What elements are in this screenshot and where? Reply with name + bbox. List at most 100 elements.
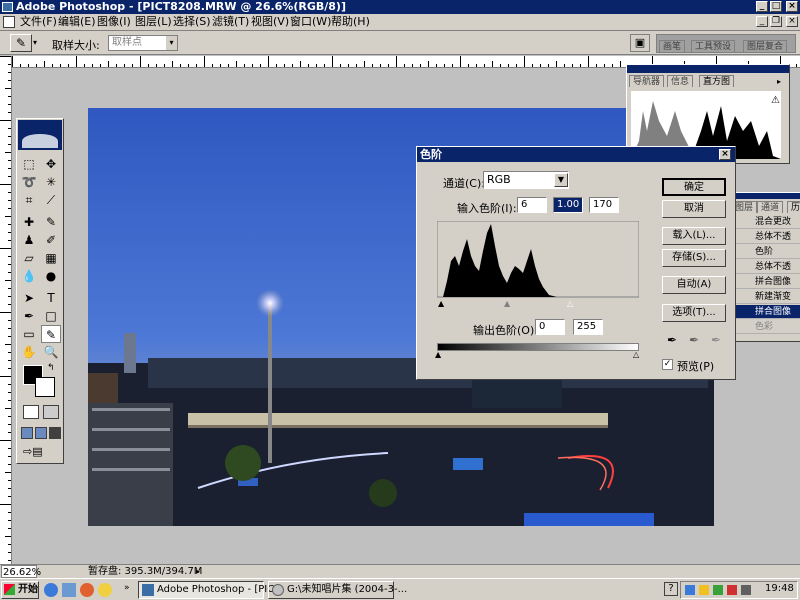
path-selection-tool-icon[interactable]: ➤	[19, 289, 39, 307]
palette-well-icon[interactable]: ▣	[630, 34, 650, 52]
load-button[interactable]: 载入(L)...	[662, 227, 726, 245]
pen-tool-icon[interactable]: ✒	[19, 307, 39, 325]
ie-quicklaunch-icon[interactable]	[44, 583, 58, 597]
security-tray-icon[interactable]	[727, 585, 737, 595]
slice-tool-icon[interactable]: ⟋	[41, 191, 61, 209]
swap-colors-icon[interactable]: ↰	[47, 363, 55, 373]
desktop-quicklaunch-icon[interactable]	[62, 583, 76, 597]
quick-mask-icon[interactable]	[43, 405, 59, 419]
screen-mode-menubar-icon[interactable]	[35, 427, 47, 439]
tab-history[interactable]: 历	[787, 201, 800, 213]
channel-select[interactable]: RGB ▼	[483, 171, 569, 189]
select-arrow-icon[interactable]: ▾	[166, 36, 177, 50]
tab-brushes[interactable]: 画笔	[659, 40, 686, 52]
screen-mode-full-icon[interactable]	[49, 427, 61, 439]
cancel-button[interactable]: 取消	[662, 200, 726, 218]
eraser-tool-icon[interactable]: ▱	[19, 249, 39, 267]
tab-info[interactable]: 信息	[667, 75, 694, 87]
doc-restore-button[interactable]: ❐	[770, 16, 782, 27]
warning-icon[interactable]: ⚠	[771, 95, 780, 106]
menu-filter[interactable]: 滤镜(T)	[212, 15, 249, 29]
shape-tool-icon[interactable]: □	[41, 307, 61, 325]
quicklaunch-more-icon[interactable]: »	[124, 583, 130, 593]
history-item[interactable]: 新建渐变	[733, 290, 800, 304]
menu-file[interactable]: 文件(F)	[20, 15, 57, 29]
ok-button[interactable]: 确定	[662, 178, 726, 196]
history-item-selected[interactable]: 拼合图像	[733, 305, 800, 319]
input-level-gamma-field[interactable]: 1.00	[553, 197, 583, 213]
panel-menu-icon[interactable]: ▸	[777, 77, 781, 86]
history-item[interactable]: 色阶	[733, 245, 800, 259]
history-item[interactable]: 总体不透	[733, 230, 800, 244]
magic-wand-tool-icon[interactable]: ✳	[41, 173, 61, 191]
brush-tool-icon[interactable]: ✎	[41, 213, 61, 231]
clone-stamp-tool-icon[interactable]: ♟	[19, 231, 39, 249]
app-quicklaunch-icon[interactable]	[98, 583, 112, 597]
maximize-button[interactable]: □	[770, 1, 782, 12]
output-white-slider[interactable]: △	[633, 350, 639, 359]
eyedropper-tool-icon[interactable]: ✎	[10, 34, 32, 52]
options-button[interactable]: 选项(T)...	[662, 304, 726, 322]
close-button[interactable]: ×	[786, 1, 798, 12]
history-item[interactable]: 总体不透	[733, 260, 800, 274]
doc-close-button[interactable]: ×	[786, 16, 798, 27]
volume-tray-icon[interactable]	[699, 585, 709, 595]
tab-tool-presets[interactable]: 工具预设	[691, 40, 736, 52]
input-black-slider[interactable]: ▲	[438, 299, 444, 308]
input-gamma-slider[interactable]: ▲	[504, 299, 510, 308]
healing-brush-tool-icon[interactable]: ✚	[19, 213, 39, 231]
tool-preset-dropdown-icon[interactable]: ▾	[33, 34, 42, 52]
doc-minimize-button[interactable]: _	[756, 16, 768, 27]
background-color-swatch[interactable]	[35, 377, 55, 397]
media-quicklaunch-icon[interactable]	[80, 583, 94, 597]
output-level-white-field[interactable]: 255	[573, 319, 603, 335]
menu-help[interactable]: 帮助(H)	[331, 15, 370, 29]
info-arrow-icon[interactable]: ▸	[196, 565, 200, 578]
output-black-slider[interactable]: ▲	[435, 350, 441, 359]
dodge-tool-icon[interactable]: ●	[41, 267, 61, 285]
history-item[interactable]: 色彩	[733, 320, 800, 334]
menu-view[interactable]: 视图(V)	[251, 15, 289, 29]
input-white-slider[interactable]: △	[567, 299, 573, 308]
messenger-tray-icon[interactable]	[713, 585, 723, 595]
tab-navigator[interactable]: 导航器	[629, 75, 665, 87]
history-brush-tool-icon[interactable]: ✐	[41, 231, 61, 249]
type-tool-icon[interactable]: T	[41, 289, 61, 307]
black-eyedropper-icon[interactable]: ✒	[667, 333, 677, 347]
menu-edit[interactable]: 编辑(E)	[58, 15, 96, 29]
imageready-jump-icon[interactable]: ⇨▤	[23, 445, 53, 459]
gray-eyedropper-icon[interactable]: ✒	[689, 333, 699, 347]
history-item[interactable]: 混合更改	[733, 215, 800, 229]
output-level-black-field[interactable]: 0	[535, 319, 565, 335]
menu-select[interactable]: 选择(S)	[173, 15, 211, 29]
tab-histogram[interactable]: 直方图	[699, 75, 735, 87]
menu-window[interactable]: 窗口(W)	[290, 15, 331, 29]
zoom-tool-icon[interactable]: 🔍	[41, 343, 61, 361]
input-level-white-field[interactable]: 170	[589, 197, 619, 213]
input-level-black-field[interactable]: 6	[517, 197, 547, 213]
lasso-tool-icon[interactable]: ➰	[19, 173, 39, 191]
move-tool-icon[interactable]: ✥	[41, 155, 61, 173]
menu-layer[interactable]: 图层(L)	[135, 15, 172, 29]
auto-button[interactable]: 自动(A)	[662, 276, 726, 294]
eyedropper-icon[interactable]: ✎	[41, 325, 61, 343]
save-button[interactable]: 存储(S)...	[662, 249, 726, 267]
zoom-level-field[interactable]: 26.62%	[1, 565, 41, 578]
minimize-button[interactable]: _	[756, 1, 768, 12]
task-explorer[interactable]: G:\未知唱片集 (2004-3-...	[268, 581, 407, 599]
screen-mode-standard-icon[interactable]	[21, 427, 33, 439]
menu-image[interactable]: 图像(I)	[97, 15, 131, 29]
network-tray-icon[interactable]	[685, 585, 695, 595]
hand-tool-icon[interactable]: ✋	[19, 343, 39, 361]
preview-checkbox[interactable]: ✓	[662, 359, 673, 370]
task-photoshop[interactable]: Adobe Photoshop - [PIC...	[138, 581, 284, 599]
tab-layer-comps[interactable]: 图层复合	[743, 40, 788, 52]
help-tray-icon[interactable]: ?	[664, 582, 678, 596]
start-button[interactable]: 开始	[1, 581, 39, 599]
dialog-close-button[interactable]: ×	[719, 149, 731, 160]
notes-tool-icon[interactable]: ▭	[19, 325, 39, 343]
document-icon[interactable]	[3, 16, 15, 28]
input-method-tray-icon[interactable]	[741, 585, 751, 595]
blur-tool-icon[interactable]: 💧	[19, 267, 39, 285]
marquee-tool-icon[interactable]: ⬚	[19, 155, 39, 173]
